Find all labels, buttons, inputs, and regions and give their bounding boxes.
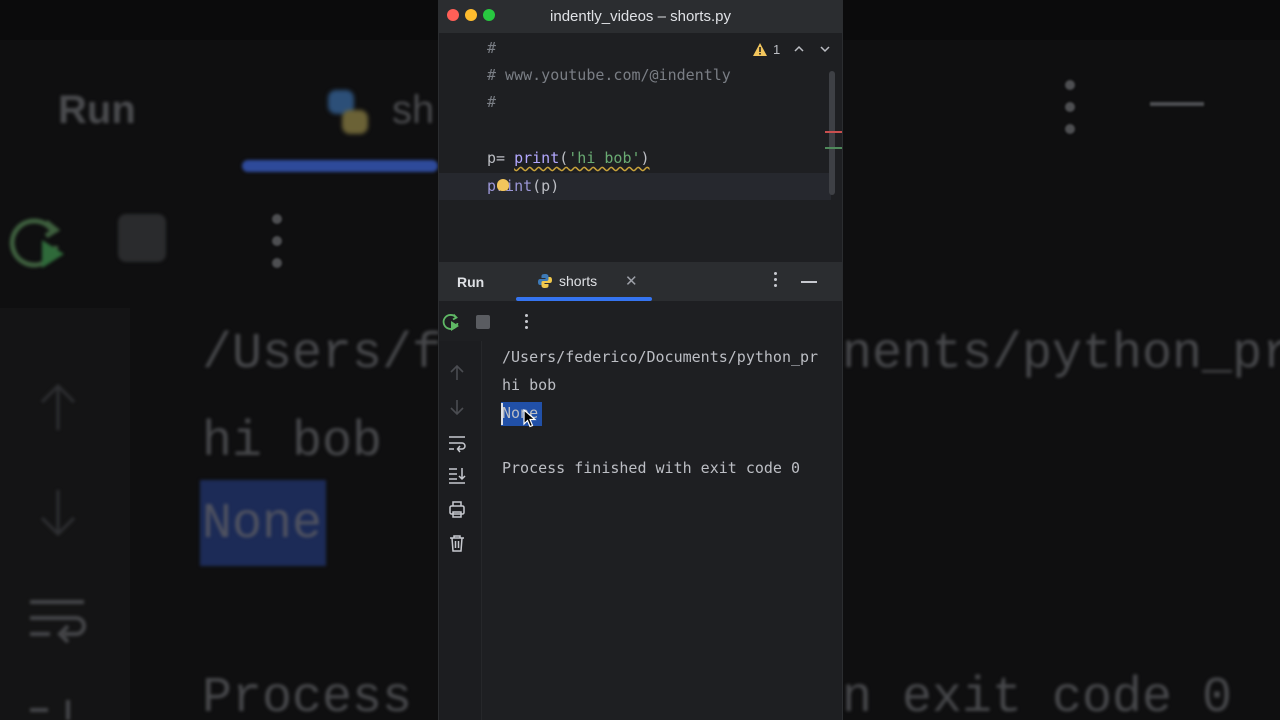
code-assign: = [496, 149, 515, 167]
console-output[interactable]: /Users/federico/Documents/python_pr hi b… [439, 341, 842, 720]
background-tab-label: sh [392, 88, 435, 132]
background-stop-icon [118, 214, 166, 262]
scroll-to-end-icon[interactable] [447, 465, 467, 485]
soft-wrap-icon[interactable] [447, 433, 467, 453]
code-line-2: # www.youtube.com/@indently [487, 66, 731, 84]
background-scrollend-icon [30, 700, 70, 720]
background-process-left: Process [202, 670, 413, 720]
code-line-1: # [487, 39, 497, 57]
background-none: None [202, 496, 323, 553]
text-caret [501, 403, 503, 425]
background-rerun-icon [9, 218, 64, 268]
background-process-right: n exit code 0 [842, 670, 1233, 720]
inspection-widget[interactable]: 1 [753, 42, 780, 57]
code-args-2: (p) [532, 177, 560, 195]
code-paren-close: ) [640, 149, 650, 167]
background-kebab-icon [1065, 80, 1075, 146]
tab-shorts[interactable]: shorts [537, 273, 597, 289]
console-line-process: Process finished with exit code 0 [502, 459, 801, 477]
run-panel-title: Run [457, 274, 485, 290]
scroll-down-icon[interactable] [447, 397, 467, 417]
trash-icon[interactable] [447, 533, 467, 553]
ide-window: indently_videos – shorts.py # # www.yout… [438, 0, 843, 720]
background-up-arrow-icon [40, 383, 76, 430]
background-down-arrow-icon [40, 490, 76, 537]
background-path-right: nents/python_pr [842, 326, 1280, 383]
warning-icon [753, 43, 767, 56]
chevron-down-icon[interactable] [819, 43, 831, 55]
warning-count: 1 [773, 42, 781, 57]
code-line-5: p= print('hi bob') [487, 145, 650, 172]
code-var: p [487, 149, 497, 167]
console-gutter [439, 341, 482, 720]
background-tab-underline [242, 160, 438, 172]
title-bar: indently_videos – shorts.py [439, 0, 842, 33]
code-warning-span: print('hi bob') [514, 149, 649, 167]
background-run-label: Run [58, 88, 136, 132]
chevron-up-icon[interactable] [793, 43, 805, 55]
toolbar-more-icon[interactable] [525, 314, 529, 332]
background-python-icon [328, 90, 368, 134]
python-icon [538, 274, 552, 288]
code-string: 'hi bob' [568, 149, 641, 167]
change-stripe-marker[interactable] [825, 147, 842, 149]
scroll-up-icon[interactable] [447, 363, 467, 383]
console-line-path: /Users/federico/Documents/python_pr [502, 348, 819, 366]
background-minimize-icon [1150, 102, 1204, 106]
rerun-icon[interactable] [441, 312, 461, 332]
mouse-cursor-icon [523, 409, 537, 428]
more-options-icon[interactable] [774, 272, 778, 290]
background-kebab2-icon [272, 214, 282, 280]
print-icon[interactable] [447, 499, 467, 519]
background-path-left: /Users/f [202, 326, 443, 383]
stop-icon[interactable] [476, 315, 490, 329]
intention-bulb-icon[interactable] [497, 179, 509, 191]
code-paren-open: ( [559, 149, 569, 167]
console-line-hi-bob: hi bob [502, 376, 557, 394]
code-fn-2: print [487, 177, 533, 195]
run-toolbar [439, 301, 842, 341]
tab-label: shorts [559, 273, 598, 289]
code-fn: print [514, 149, 560, 167]
code-line-3: # [487, 93, 497, 111]
code-editor[interactable]: # # www.youtube.com/@indently # p= print… [439, 33, 842, 261]
editor-scrollbar[interactable] [829, 71, 835, 195]
close-tab-icon[interactable]: ✕ [625, 272, 638, 290]
error-stripe-marker[interactable] [825, 131, 842, 133]
run-tool-window-header: Run shorts ✕ [439, 261, 842, 302]
window-title: indently_videos – shorts.py [550, 8, 731, 25]
background-softwrap-icon [30, 600, 86, 644]
hide-panel-icon[interactable] [801, 281, 817, 283]
background-hi-bob: hi bob [202, 414, 383, 471]
